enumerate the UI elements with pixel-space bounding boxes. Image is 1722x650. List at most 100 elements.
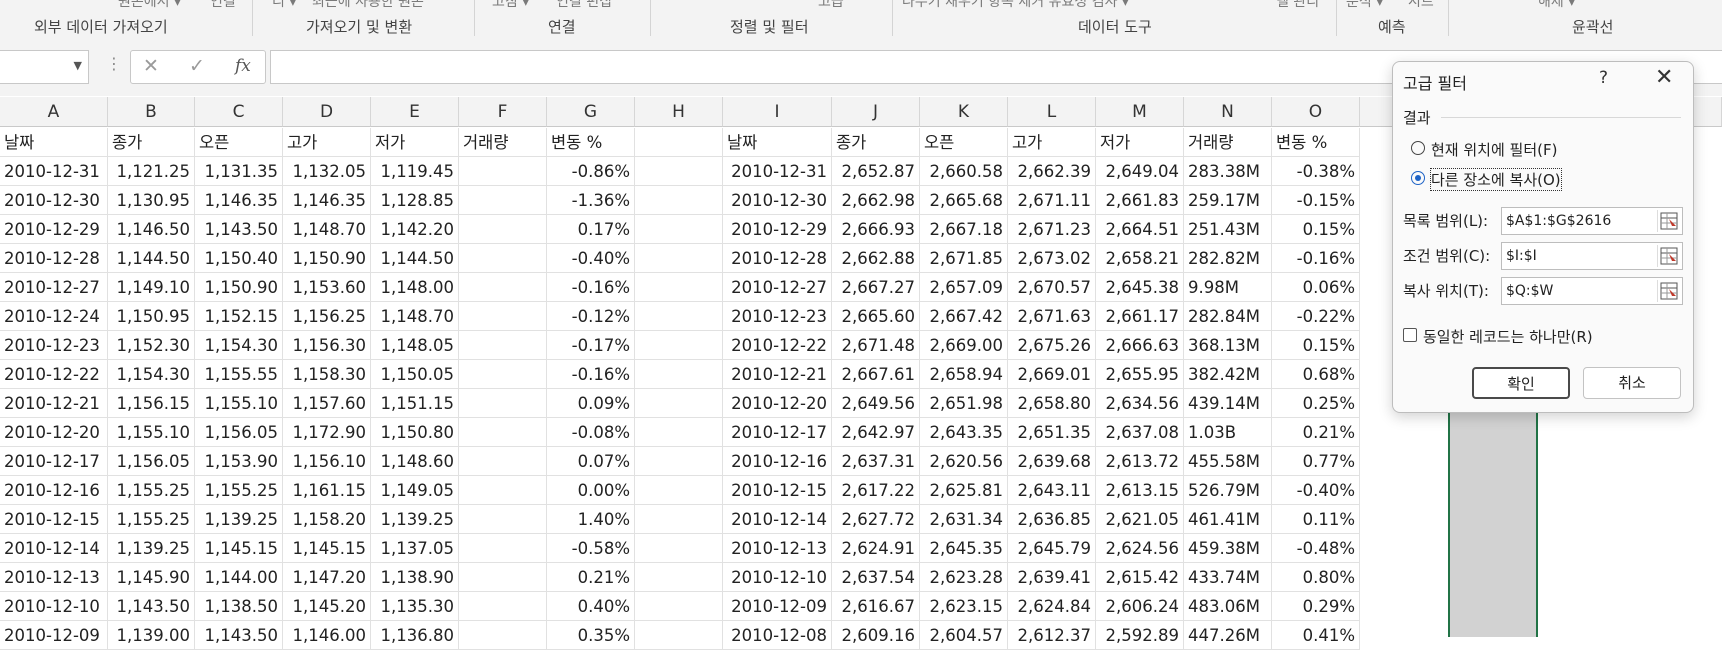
table-cell[interactable]: -0.16% <box>547 360 635 389</box>
table-cell[interactable]: 0.29% <box>1272 592 1360 621</box>
table-cell[interactable]: 2,639.68 <box>1008 447 1096 476</box>
table-cell[interactable]: 461.41M <box>1184 505 1272 534</box>
table-cell[interactable] <box>635 592 723 621</box>
table-cell[interactable]: 1,155.25 <box>108 505 195 534</box>
table-cell[interactable]: 1,138.90 <box>371 563 459 592</box>
header-cell[interactable]: 거래량 <box>459 128 547 157</box>
table-cell[interactable]: -1.36% <box>547 186 635 215</box>
table-cell[interactable]: 1,145.20 <box>283 592 371 621</box>
table-cell[interactable] <box>459 186 547 215</box>
table-cell[interactable]: 447.26M <box>1184 621 1272 650</box>
table-cell[interactable]: 1,143.50 <box>108 592 195 621</box>
ribbon-cmd-recent-sources[interactable]: 최근에 사용한 원본 <box>312 0 424 11</box>
table-cell[interactable]: 2,616.67 <box>832 592 920 621</box>
table-cell[interactable]: 0.00% <box>547 476 635 505</box>
table-cell[interactable]: 2,665.68 <box>920 186 1008 215</box>
table-cell[interactable]: 2010-12-31 <box>0 157 108 186</box>
table-cell[interactable]: 2,645.38 <box>1096 273 1184 302</box>
table-cell[interactable] <box>459 418 547 447</box>
header-cell[interactable]: 오픈 <box>195 128 283 157</box>
table-cell[interactable]: 2010-12-16 <box>0 476 108 505</box>
table-cell[interactable]: 1,143.50 <box>195 621 283 650</box>
column-header-j[interactable]: J <box>832 97 920 127</box>
table-cell[interactable]: -0.16% <box>1272 244 1360 273</box>
table-cell[interactable]: 2,637.54 <box>832 563 920 592</box>
table-cell[interactable]: 2010-12-09 <box>723 592 832 621</box>
table-cell[interactable] <box>459 273 547 302</box>
table-cell[interactable]: 1,148.70 <box>371 302 459 331</box>
table-cell[interactable]: 1,145.90 <box>108 563 195 592</box>
table-cell[interactable]: -0.17% <box>547 331 635 360</box>
table-cell[interactable]: 1,144.00 <box>195 563 283 592</box>
table-cell[interactable] <box>635 563 723 592</box>
table-cell[interactable]: 2,623.28 <box>920 563 1008 592</box>
table-cell[interactable]: 2,606.24 <box>1096 592 1184 621</box>
table-cell[interactable]: 282.82M <box>1184 244 1272 273</box>
table-cell[interactable]: 2,631.34 <box>920 505 1008 534</box>
table-cell[interactable]: 2,667.18 <box>920 215 1008 244</box>
header-cell[interactable]: 거래량 <box>1184 128 1272 157</box>
table-cell[interactable]: 1,150.40 <box>195 244 283 273</box>
table-cell[interactable]: 0.35% <box>547 621 635 650</box>
table-cell[interactable]: 0.41% <box>1272 621 1360 650</box>
table-cell[interactable]: 2,667.27 <box>832 273 920 302</box>
table-cell[interactable]: 455.58M <box>1184 447 1272 476</box>
table-cell[interactable]: 2,666.93 <box>832 215 920 244</box>
table-cell[interactable]: 2,624.56 <box>1096 534 1184 563</box>
table-cell[interactable]: 1,139.25 <box>195 505 283 534</box>
table-cell[interactable]: 1,144.50 <box>371 244 459 273</box>
table-cell[interactable]: 2,613.15 <box>1096 476 1184 505</box>
radio-filter-in-place[interactable] <box>1411 141 1425 155</box>
table-cell[interactable]: 1,148.70 <box>283 215 371 244</box>
column-header-c[interactable]: C <box>195 97 283 127</box>
table-cell[interactable]: 0.15% <box>1272 215 1360 244</box>
column-header-l[interactable]: L <box>1008 97 1096 127</box>
table-cell[interactable]: 2,615.42 <box>1096 563 1184 592</box>
table-cell[interactable]: 1,146.00 <box>283 621 371 650</box>
table-cell[interactable]: 2,658.94 <box>920 360 1008 389</box>
table-cell[interactable]: 2,662.39 <box>1008 157 1096 186</box>
name-box[interactable]: ▼ <box>0 50 89 84</box>
table-cell[interactable]: 1,142.20 <box>371 215 459 244</box>
table-cell[interactable]: 1,151.15 <box>371 389 459 418</box>
table-cell[interactable]: 2010-12-14 <box>723 505 832 534</box>
table-cell[interactable] <box>635 447 723 476</box>
chevron-down-icon[interactable]: ▼ <box>74 59 82 72</box>
table-cell[interactable] <box>635 360 723 389</box>
table-cell[interactable]: 2,662.88 <box>832 244 920 273</box>
table-cell[interactable]: 2,660.58 <box>920 157 1008 186</box>
column-header-a[interactable]: A <box>0 97 108 127</box>
table-cell[interactable]: 2,671.63 <box>1008 302 1096 331</box>
table-cell[interactable]: 1,157.60 <box>283 389 371 418</box>
column-header-h[interactable]: H <box>635 97 723 127</box>
table-cell[interactable] <box>459 331 547 360</box>
table-cell[interactable]: -0.48% <box>1272 534 1360 563</box>
table-cell[interactable]: 2,645.35 <box>920 534 1008 563</box>
column-header-g[interactable]: G <box>547 97 635 127</box>
table-cell[interactable]: 2,649.04 <box>1096 157 1184 186</box>
table-cell[interactable]: 1,146.35 <box>195 186 283 215</box>
table-cell[interactable]: 2010-12-15 <box>723 476 832 505</box>
header-cell[interactable]: 날짜 <box>723 128 832 157</box>
table-cell[interactable] <box>635 331 723 360</box>
selected-column-q[interactable] <box>1448 400 1538 637</box>
table-cell[interactable]: 0.06% <box>1272 273 1360 302</box>
table-cell[interactable]: 2,673.02 <box>1008 244 1096 273</box>
table-cell[interactable]: 1,148.00 <box>371 273 459 302</box>
table-cell[interactable]: 1,146.50 <box>108 215 195 244</box>
ribbon-cmd-ungroup[interactable]: 해제 ▾ <box>1538 0 1575 11</box>
table-cell[interactable]: 1,147.20 <box>283 563 371 592</box>
ribbon-cmd-data-model[interactable]: 델 관리 <box>1276 0 1319 11</box>
copy-to-input[interactable]: $Q:$W <box>1501 277 1683 305</box>
table-cell[interactable]: 2,658.21 <box>1096 244 1184 273</box>
table-cell[interactable]: 1,156.25 <box>283 302 371 331</box>
table-cell[interactable]: 1,135.30 <box>371 592 459 621</box>
table-cell[interactable]: 382.42M <box>1184 360 1272 389</box>
table-cell[interactable]: 0.17% <box>547 215 635 244</box>
table-cell[interactable] <box>459 215 547 244</box>
table-cell[interactable]: 2,671.85 <box>920 244 1008 273</box>
table-cell[interactable] <box>635 302 723 331</box>
table-cell[interactable]: 2010-12-20 <box>723 389 832 418</box>
table-cell[interactable]: -0.86% <box>547 157 635 186</box>
table-cell[interactable]: 2,639.41 <box>1008 563 1096 592</box>
